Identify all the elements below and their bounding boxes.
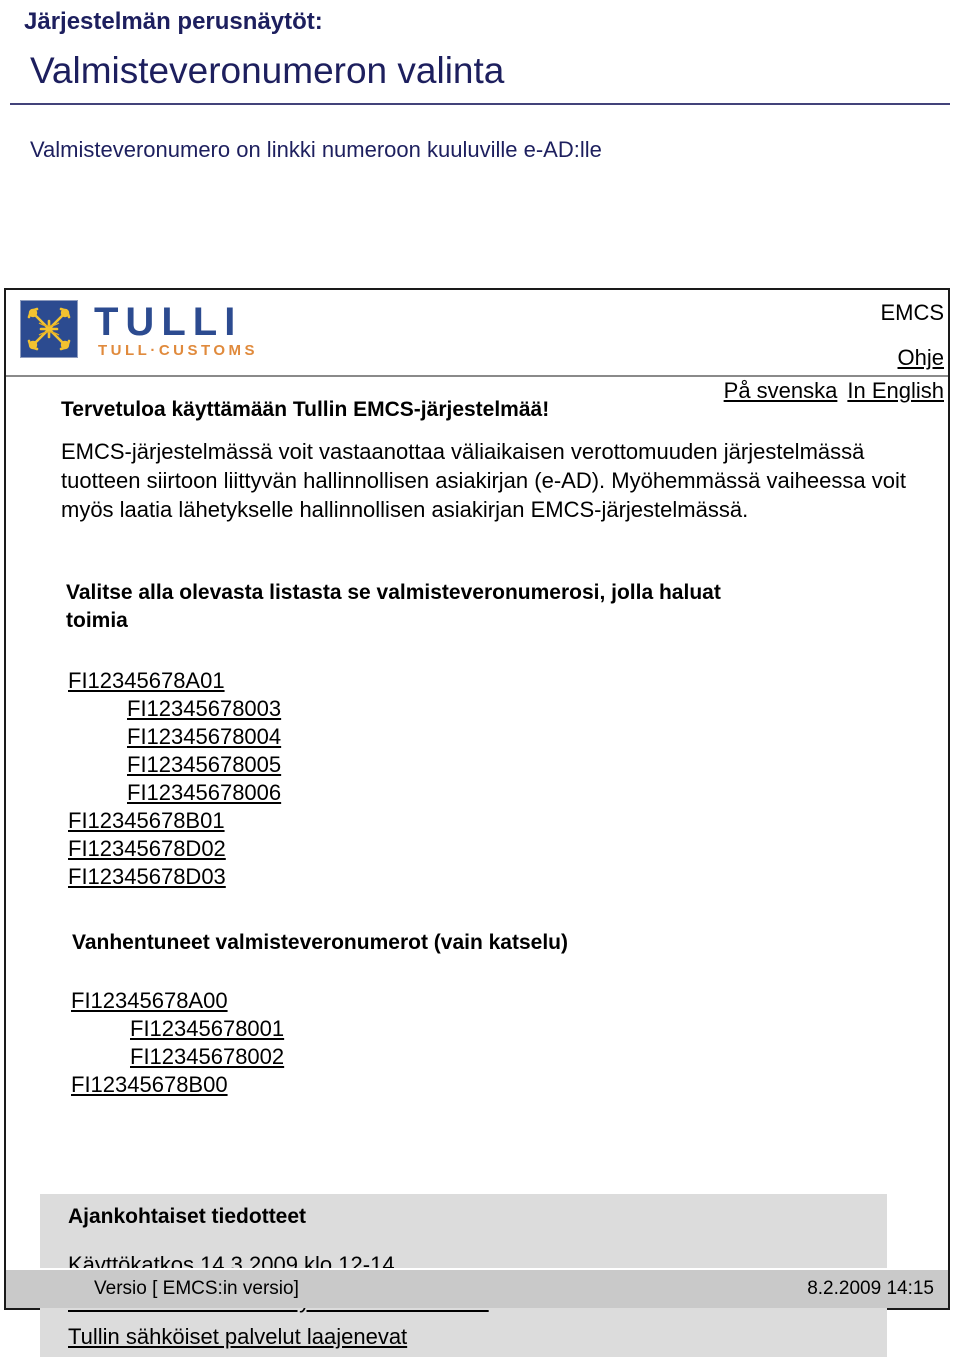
application-window: TULLI TULL·CUSTOMS EMCS Ohje På svenska I… [4,288,950,1357]
excise-number-link[interactable]: FI12345678A00 [71,988,228,1013]
language-links: På svenska In English [724,378,944,404]
excise-number-item: FI12345678005 [68,751,281,779]
welcome-heading: Tervetuloa käyttämään Tullin EMCS-järjes… [61,398,550,421]
language-link-english[interactable]: In English [847,378,944,403]
brand-divider [6,375,948,377]
system-label: EMCS [880,300,944,325]
expired-excise-number-list: FI12345678A00 FI12345678001 FI12345678002 F… [71,987,284,1099]
excise-number-link[interactable]: FI12345678004 [127,724,281,749]
excise-number-link[interactable]: FI12345678B01 [68,808,225,833]
excise-number-link[interactable]: FI12345678005 [127,752,281,777]
excise-number-item: FI12345678A01 [68,667,281,695]
excise-number-item: FI12345678004 [68,723,281,751]
excise-number-link[interactable]: FI12345678D02 [68,836,226,861]
select-number-heading: Valitse alla olevasta listasta se valmis… [66,581,721,632]
excise-number-link[interactable]: FI12345678006 [127,780,281,805]
excise-number-item: FI12345678001 [71,1015,284,1043]
excise-number-link[interactable]: FI12345678003 [127,696,281,721]
title-divider [10,103,950,105]
version-label: Versio [ EMCS:in versio] [94,1278,299,1299]
excise-number-item: FI12345678D02 [68,835,281,863]
tulli-emblem-icon [20,300,78,358]
excise-number-item: FI12345678A00 [71,987,284,1015]
excise-number-item: FI12345678D03 [68,863,281,891]
excise-number-item: FI12345678002 [71,1043,284,1071]
expired-numbers-heading: Vanhentuneet valmisteveronumerot (vain k… [72,931,568,954]
slide-subtitle: Valmisteveronumero on linkki numeroon ku… [30,137,602,162]
excise-number-link[interactable]: FI12345678A01 [68,668,225,693]
excise-number-link[interactable]: FI12345678002 [130,1044,284,1069]
news-link[interactable]: Tullin sähköiset palvelut laajenevat [68,1324,407,1349]
timestamp-label: 8.2.2009 14:15 [807,1278,934,1299]
tulli-tagline: TULL·CUSTOMS [98,342,259,359]
news-panel-heading: Ajankohtaiset tiedotteet [68,1205,307,1228]
status-bar: Versio [ EMCS:in versio] 8.2.2009 14:15 [6,1268,948,1308]
brand-band: TULLI TULL·CUSTOMS EMCS Ohje [6,290,948,377]
excise-number-item: FI12345678B00 [71,1071,284,1099]
excise-number-item: FI12345678003 [68,695,281,723]
excise-number-link[interactable]: FI12345678001 [130,1016,284,1041]
excise-number-link[interactable]: FI12345678B00 [71,1072,228,1097]
intro-paragraph: EMCS-järjestelmässä voit vastaanottaa vä… [61,439,906,522]
language-link-swedish[interactable]: På svenska [724,378,838,403]
tulli-wordmark: TULLI [94,300,243,344]
help-link[interactable]: Ohje [898,345,944,371]
slide-kicker: Järjestelmän perusnäytöt: [24,8,323,35]
page-title: Valmisteveronumeron valinta [30,50,505,91]
excise-number-item: FI12345678B01 [68,807,281,835]
excise-number-item: FI12345678006 [68,779,281,807]
news-list-item: Tullin sähköiset palvelut laajenevat [68,1319,489,1355]
excise-number-link[interactable]: FI12345678D03 [68,864,226,889]
active-excise-number-list: FI12345678A01 FI12345678003 FI12345678004 F… [68,667,281,891]
tulli-logo: TULLI TULL·CUSTOMS [20,300,356,366]
